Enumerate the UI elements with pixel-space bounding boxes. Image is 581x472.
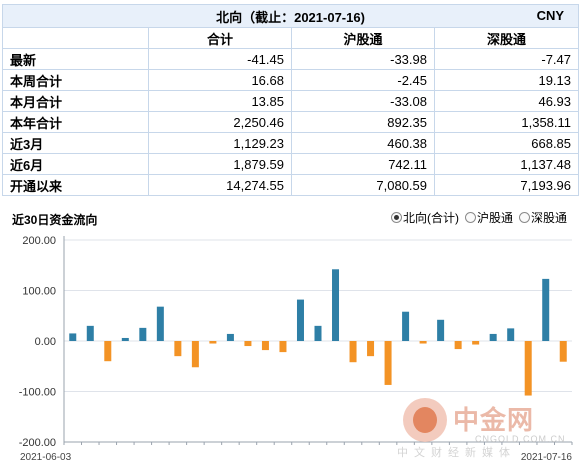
cell-shenzhen: 7,193.96 [433, 174, 580, 196]
cell-shenzhen: 668.85 [433, 132, 580, 154]
cell-total: 16.68 [148, 69, 292, 91]
y-tick-label: 0.00 [35, 336, 56, 348]
table-title-cell: 北向（截止：2021-07-16) CNY [1, 4, 580, 28]
header-empty [2, 27, 149, 49]
y-tick-label: 200.00 [22, 235, 56, 247]
cell-shenzhen: 46.93 [433, 90, 580, 112]
bar [296, 299, 304, 341]
table-title-row: 北向（截止：2021-07-16) CNY [1, 4, 580, 28]
bar [472, 341, 480, 345]
bar [139, 327, 147, 341]
row-label: 最新 [2, 48, 149, 70]
row-label: 开通以来 [2, 174, 149, 196]
header-shanghai-connect: 沪股通 [291, 27, 435, 49]
watermark-brand: 中金网 [453, 406, 535, 436]
bar [226, 333, 234, 341]
bar [279, 341, 287, 353]
table-row: 近6月 1,879.59 742.11 1,137.48 [2, 153, 580, 175]
cell-shanghai: -2.45 [291, 69, 435, 91]
northbound-summary-table: 北向（截止：2021-07-16) CNY 合计 沪股通 深股通 最新 -41.… [1, 4, 580, 196]
cell-shenzhen: 1,358.11 [433, 111, 580, 133]
bar [261, 341, 269, 351]
row-label: 本月合计 [2, 90, 149, 112]
watermark-slogan: 中文财经新媒体 [397, 447, 516, 459]
bar [86, 325, 94, 341]
bar [209, 341, 217, 344]
bar [191, 341, 199, 368]
cell-shanghai: -33.98 [291, 48, 435, 70]
y-tick-label: 100.00 [22, 286, 56, 298]
cell-shanghai: 892.35 [291, 111, 435, 133]
bar [69, 333, 77, 341]
table-header-row: 合计 沪股通 深股通 [2, 27, 580, 49]
table-row: 本月合计 13.85 -33.08 46.93 [2, 90, 580, 112]
row-label: 近3月 [2, 132, 149, 154]
row-label: 本年合计 [2, 111, 149, 133]
bar [507, 328, 515, 341]
table-title: 北向（截止：2021-07-16) [216, 9, 365, 25]
bar [314, 325, 322, 341]
cell-shanghai: -33.08 [291, 90, 435, 112]
y-tick-label: -100.00 [19, 387, 56, 399]
bar [402, 311, 410, 341]
bar [559, 341, 567, 362]
bar [104, 341, 112, 362]
x-start-date-label: 2021-06-03 [20, 452, 72, 463]
table-row: 本年合计 2,250.46 892.35 1,358.11 [2, 111, 580, 133]
cell-shanghai: 460.38 [291, 132, 435, 154]
bar [244, 341, 252, 347]
bar [156, 306, 164, 341]
table-row: 近3月 1,129.23 460.38 668.85 [2, 132, 580, 154]
bar [489, 333, 497, 341]
bar [367, 341, 375, 357]
cell-total: -41.45 [148, 48, 292, 70]
watermark-site: CNGOLD.COM.CN [475, 434, 566, 444]
cell-total: 1,129.23 [148, 132, 292, 154]
bar [384, 341, 392, 385]
row-label: 本周合计 [2, 69, 149, 91]
header-shenzhen-connect: 深股通 [433, 27, 580, 49]
bar [121, 337, 129, 341]
cell-total: 2,250.46 [148, 111, 292, 133]
bar [437, 319, 445, 341]
bar [419, 341, 427, 344]
table-row: 开通以来 14,274.55 7,080.59 7,193.96 [2, 174, 580, 196]
bar [542, 278, 550, 341]
cell-shenzhen: -7.47 [433, 48, 580, 70]
fund-flow-chart-panel: 近30日资金流向 北向(合计) 沪股通 深股通 200.00 100.00 0.00… [0, 198, 581, 472]
bar [454, 341, 462, 350]
row-label: 近6月 [2, 153, 149, 175]
table-row: 本周合计 16.68 -2.45 19.13 [2, 69, 580, 91]
header-total: 合计 [148, 27, 292, 49]
bar [349, 341, 357, 363]
cell-shenzhen: 1,137.48 [433, 153, 580, 175]
bar [332, 269, 340, 341]
cell-shanghai: 742.11 [291, 153, 435, 175]
cell-shanghai: 7,080.59 [291, 174, 435, 196]
cell-total: 1,879.59 [148, 153, 292, 175]
currency-unit: CNY [536, 8, 565, 23]
watermark-emblem-inner [413, 407, 437, 433]
cell-shenzhen: 19.13 [433, 69, 580, 91]
bar [174, 341, 182, 357]
cell-total: 13.85 [148, 90, 292, 112]
bar [524, 341, 532, 396]
table-row: 最新 -41.45 -33.98 -7.47 [2, 48, 580, 70]
y-tick-label: -200.00 [19, 437, 56, 449]
cell-total: 14,274.55 [148, 174, 292, 196]
watermark-logo: 中金网 CNGOLD.COM.CN 中文财经新媒体 [397, 398, 573, 459]
